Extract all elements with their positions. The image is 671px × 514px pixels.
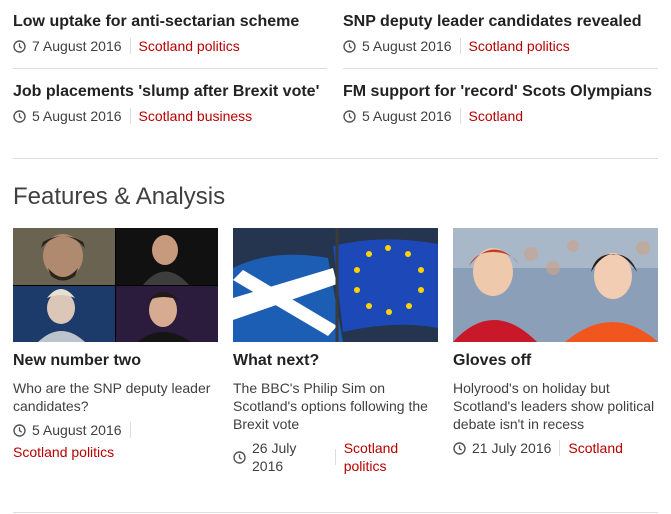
story-item: Low uptake for anti-sectarian scheme 7 A… bbox=[13, 12, 327, 55]
meta-separator bbox=[459, 108, 461, 124]
story-date: 5 August 2016 bbox=[32, 108, 122, 124]
feature-card: Gloves off Holyrood's on holiday but Sco… bbox=[453, 228, 659, 457]
story-date: 5 August 2016 bbox=[362, 38, 452, 54]
story-meta: 5 August 2016 Scotland politics bbox=[343, 37, 657, 55]
card-meta: 5 August 2016 Scotland politics bbox=[13, 421, 219, 461]
story-date: 5 August 2016 bbox=[362, 108, 452, 124]
story-item: FM support for 'record' Scots Olympians … bbox=[343, 82, 657, 125]
bottom-divider bbox=[13, 512, 658, 513]
card-tag-link[interactable]: Scotland politics bbox=[13, 443, 219, 461]
story-divider bbox=[343, 68, 658, 69]
meta-separator bbox=[559, 440, 561, 456]
meta-separator bbox=[129, 108, 131, 124]
clock-icon bbox=[13, 39, 26, 53]
meta-separator bbox=[459, 38, 461, 54]
features-heading: Features & Analysis bbox=[13, 183, 226, 210]
meta-separator bbox=[129, 422, 131, 438]
card-title[interactable]: New number two bbox=[13, 351, 219, 371]
story-tag-link[interactable]: Scotland politics bbox=[469, 37, 570, 55]
story-title[interactable]: Job placements 'slump after Brexit vote' bbox=[13, 82, 327, 102]
card-image-flags[interactable] bbox=[233, 228, 438, 342]
card-meta: 21 July 2016 Scotland bbox=[453, 439, 659, 457]
card-meta: 26 July 2016 Scotland politics bbox=[233, 439, 439, 475]
card-date: 21 July 2016 bbox=[472, 440, 552, 456]
card-date: 5 August 2016 bbox=[32, 422, 122, 438]
card-title[interactable]: What next? bbox=[233, 351, 439, 371]
meta-separator bbox=[129, 38, 131, 54]
card-tag-link[interactable]: Scotland politics bbox=[344, 439, 439, 475]
card-title[interactable]: Gloves off bbox=[453, 351, 659, 371]
clock-icon bbox=[343, 39, 356, 53]
story-title[interactable]: Low uptake for anti-sectarian scheme bbox=[13, 12, 327, 32]
clock-icon bbox=[13, 423, 26, 437]
story-meta: 5 August 2016 Scotland bbox=[343, 107, 657, 125]
card-summary: Holyrood's on holiday but Scotland's lea… bbox=[453, 380, 655, 432]
meta-separator bbox=[334, 449, 336, 465]
story-tag-link[interactable]: Scotland politics bbox=[139, 37, 240, 55]
feature-card: New number two Who are the SNP deputy le… bbox=[13, 228, 219, 461]
clock-icon bbox=[233, 450, 246, 464]
story-tag-link[interactable]: Scotland business bbox=[139, 107, 253, 125]
clock-icon bbox=[343, 109, 356, 123]
card-summary: The BBC's Philip Sim on Scotland's optio… bbox=[233, 380, 428, 432]
story-title[interactable]: FM support for 'record' Scots Olympians bbox=[343, 82, 657, 102]
section-divider bbox=[13, 158, 658, 159]
card-image-portrait-grid[interactable] bbox=[13, 228, 218, 342]
story-date: 7 August 2016 bbox=[32, 38, 122, 54]
feature-card: What next? The BBC's Philip Sim on Scotl… bbox=[233, 228, 439, 475]
clock-icon bbox=[13, 109, 26, 123]
story-title[interactable]: SNP deputy leader candidates revealed bbox=[343, 12, 657, 32]
story-meta: 7 August 2016 Scotland politics bbox=[13, 37, 327, 55]
story-meta: 5 August 2016 Scotland business bbox=[13, 107, 327, 125]
card-tag-link[interactable]: Scotland bbox=[568, 439, 622, 457]
story-item: SNP deputy leader candidates revealed 5 … bbox=[343, 12, 657, 55]
story-item: Job placements 'slump after Brexit vote'… bbox=[13, 82, 327, 125]
card-summary: Who are the SNP deputy leader candidates… bbox=[13, 380, 211, 414]
story-tag-link[interactable]: Scotland bbox=[469, 107, 523, 125]
story-divider bbox=[13, 68, 327, 69]
clock-icon bbox=[453, 441, 466, 455]
card-image-leaders[interactable] bbox=[453, 228, 658, 342]
card-date: 26 July 2016 bbox=[252, 440, 297, 474]
